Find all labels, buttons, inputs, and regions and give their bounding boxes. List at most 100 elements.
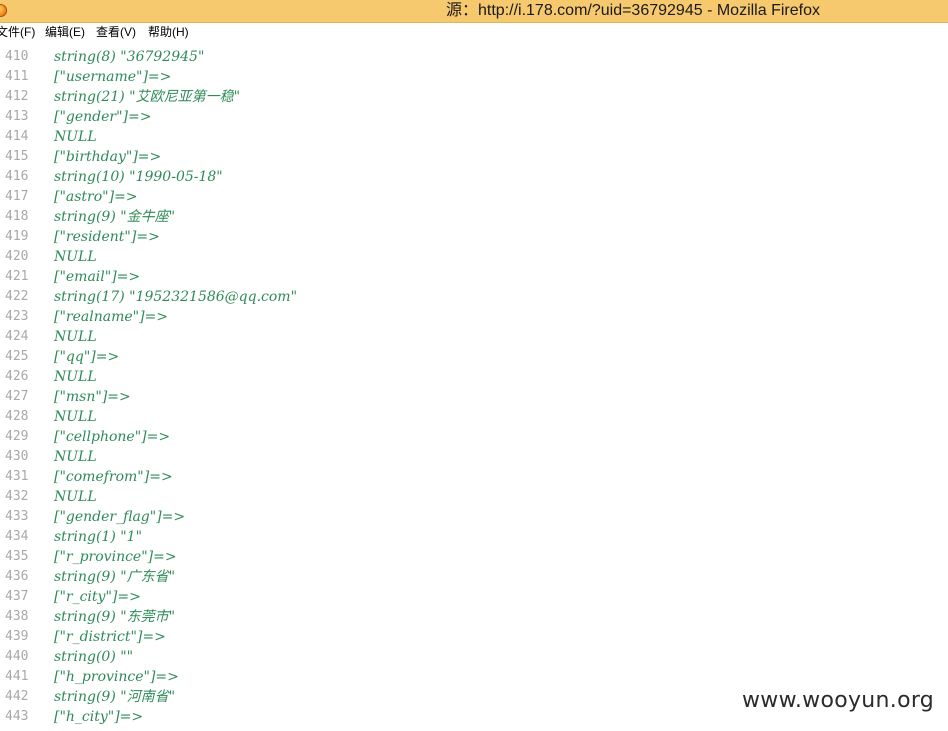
source-line: 411 ["username"]=> [0,67,948,87]
title-bar: 源：http://i.178.com/?uid=36792945 - Mozil… [0,0,948,23]
line-number: 437 [5,589,29,604]
source-code-text: ["h_city"]=> [54,709,144,725]
source-code-text: ["gender"]=> [54,109,152,125]
source-code-text: string(21) "艾欧尼亚第一稳" [54,89,241,105]
menu-edit[interactable]: 编辑(E) [45,25,85,40]
source-line: 410 string(8) "36792945" [0,47,948,67]
source-code-text: string(9) "河南省" [54,689,176,705]
source-line: 439 ["r_district"]=> [0,627,948,647]
source-code-text: ["username"]=> [54,69,172,85]
line-number: 429 [5,429,29,444]
source-code-text: ["comefrom"]=> [54,469,173,485]
line-number: 432 [5,489,29,504]
source-line: 427 ["msn"]=> [0,387,948,407]
line-number: 413 [5,109,29,124]
source-line: 425 ["qq"]=> [0,347,948,367]
line-number: 434 [5,529,29,544]
source-code-text: NULL [54,329,97,345]
line-number: 439 [5,629,29,644]
window-title: 源：http://i.178.com/?uid=36792945 - Mozil… [446,2,820,19]
source-line: 412 string(21) "艾欧尼亚第一稳" [0,87,948,107]
source-code-text: ["email"]=> [54,269,141,285]
line-number: 414 [5,129,29,144]
line-number: 426 [5,369,29,384]
source-code-text: string(8) "36792945" [54,49,205,65]
source-line: 432 NULL [0,487,948,507]
source-code-text: NULL [54,409,97,425]
source-line: 419 ["resident"]=> [0,227,948,247]
source-line: 420 NULL [0,247,948,267]
menu-file[interactable]: 文件(F) [0,25,35,40]
source-line: 440 string(0) "" [0,647,948,667]
source-code-text: string(9) "金牛座" [54,209,176,225]
source-code-text: string(0) "" [54,649,134,665]
line-number: 416 [5,169,29,184]
line-number: 428 [5,409,29,424]
source-line: 414 NULL [0,127,948,147]
source-code-text: ["msn"]=> [54,389,131,405]
line-number: 433 [5,509,29,524]
line-number: 440 [5,649,29,664]
line-number: 422 [5,289,29,304]
line-number: 431 [5,469,29,484]
source-code-text: ["qq"]=> [54,349,120,365]
source-line: 436 string(9) "广东省" [0,567,948,587]
line-number: 435 [5,549,29,564]
source-code-text: ["h_province"]=> [54,669,179,685]
menu-view[interactable]: 查看(V) [96,25,136,40]
source-code-text: NULL [54,369,97,385]
source-line: 441 ["h_province"]=> [0,667,948,687]
line-number: 430 [5,449,29,464]
line-number: 442 [5,689,29,704]
source-line: 434 string(1) "1" [0,527,948,547]
source-line: 413 ["gender"]=> [0,107,948,127]
source-line: 431 ["comefrom"]=> [0,467,948,487]
source-line: 426 NULL [0,367,948,387]
source-code-text: ["birthday"]=> [54,149,162,165]
source-code-text: NULL [54,129,97,145]
source-line: 418 string(9) "金牛座" [0,207,948,227]
source-code-text: ["realname"]=> [54,309,168,325]
menu-help[interactable]: 帮助(H) [148,25,189,40]
line-number: 427 [5,389,29,404]
source-line: 416 string(10) "1990-05-18" [0,167,948,187]
source-line: 438 string(9) "东莞市" [0,607,948,627]
source-code-text: string(1) "1" [54,529,143,545]
line-number: 423 [5,309,29,324]
line-number: 436 [5,569,29,584]
source-view: 410 string(8) "36792945" 411 ["username"]=>… [0,44,948,731]
source-line: 429 ["cellphone"]=> [0,427,948,447]
source-code-text: ["astro"]=> [54,189,138,205]
source-code-text: ["r_district"]=> [54,629,166,645]
menu-bar: 文件(F) 编辑(E) 查看(V) 帮助(H) [0,23,948,42]
source-code-text: ["r_city"]=> [54,589,141,605]
source-code-text: string(17) "1952321586@qq.com" [54,289,298,305]
source-code-text: string(9) "东莞市" [54,609,176,625]
firefox-icon[interactable] [0,4,7,17]
source-line: 417 ["astro"]=> [0,187,948,207]
line-number: 443 [5,709,29,724]
source-line: 423 ["realname"]=> [0,307,948,327]
source-code-text: NULL [54,489,97,505]
line-number: 411 [5,69,29,84]
source-line: 430 NULL [0,447,948,467]
line-number: 419 [5,229,29,244]
source-line: 433 ["gender_flag"]=> [0,507,948,527]
line-number: 412 [5,89,29,104]
source-code-text: ["gender_flag"]=> [54,509,186,525]
line-number: 425 [5,349,29,364]
line-number: 420 [5,249,29,264]
source-line: 422 string(17) "1952321586@qq.com" [0,287,948,307]
source-line: 435 ["r_province"]=> [0,547,948,567]
source-code-text: ["resident"]=> [54,229,160,245]
line-number: 417 [5,189,29,204]
line-number: 410 [5,49,29,64]
line-number: 418 [5,209,29,224]
source-code-text: NULL [54,249,97,265]
source-line: 437 ["r_city"]=> [0,587,948,607]
source-line: 424 NULL [0,327,948,347]
source-code-text: string(10) "1990-05-18" [54,169,223,185]
watermark: www.wooyun.org [742,688,935,713]
source-line: 421 ["email"]=> [0,267,948,287]
source-code-text: ["r_province"]=> [54,549,177,565]
